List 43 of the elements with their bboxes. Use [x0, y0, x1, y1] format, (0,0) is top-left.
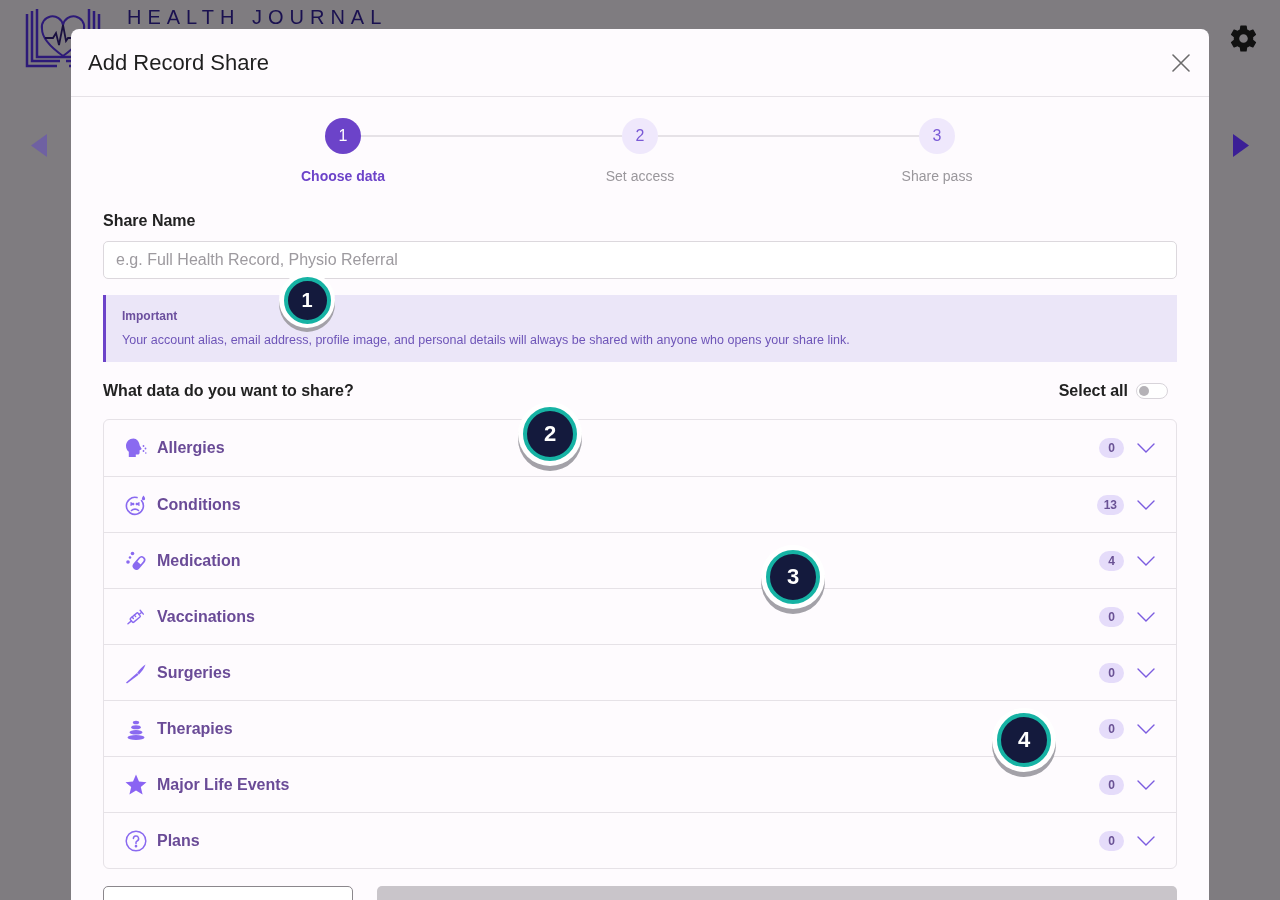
count-badge: 0	[1099, 606, 1124, 627]
count-badge: 4	[1099, 550, 1124, 571]
count-badge: 0	[1099, 438, 1124, 458]
chevron-down-icon[interactable]	[1137, 499, 1155, 510]
chevron-down-icon[interactable]	[1137, 667, 1155, 678]
dialog-title: Add Record Share	[88, 48, 269, 77]
count-badge: 0	[1099, 718, 1124, 739]
category-label[interactable]: Surgeries	[157, 662, 231, 683]
count-badge: 0	[1099, 830, 1124, 851]
select-all-label: Select all	[1058, 381, 1128, 401]
step-indicator[interactable]: 2	[622, 118, 658, 154]
chevron-down-icon[interactable]	[1137, 555, 1155, 566]
chevron-down-icon[interactable]	[1137, 443, 1155, 453]
select-all-toggle[interactable]	[1136, 383, 1168, 399]
brand-name: HEALTH JOURNAL	[127, 5, 388, 29]
question-circle-icon	[124, 828, 148, 853]
step-indicator[interactable]: 3	[919, 118, 955, 154]
caret-right-icon[interactable]	[1233, 134, 1249, 157]
category-label[interactable]: Vaccinations	[157, 606, 255, 627]
chevron-down-icon[interactable]	[1137, 779, 1155, 790]
notice-title: Important	[122, 308, 179, 324]
category-label[interactable]: Major Life Events	[157, 774, 290, 795]
notice-text: Your account alias, email address, profile image, and personal details will always be shared with anyone who opens your share link.	[122, 332, 851, 348]
step-label: Set access	[605, 167, 675, 186]
chevron-down-icon[interactable]	[1137, 835, 1155, 846]
category-label[interactable]: Medication	[157, 550, 241, 571]
settings-icon[interactable]	[1230, 25, 1257, 52]
section-heading: What data do you want to share?	[103, 381, 354, 401]
step-label: Choose data	[301, 167, 385, 186]
count-badge: 0	[1099, 774, 1124, 795]
chevron-down-icon[interactable]	[1137, 611, 1155, 622]
field-label: Share Name	[103, 211, 197, 231]
sneezing-head-icon	[124, 436, 148, 460]
category-label[interactable]: Therapies	[157, 718, 233, 739]
count-badge: 13	[1096, 494, 1124, 515]
step-indicator[interactable]: 1	[325, 118, 361, 154]
chevron-down-icon[interactable]	[1137, 723, 1155, 734]
category-label[interactable]: Plans	[157, 830, 200, 851]
category-label[interactable]: Allergies	[157, 438, 225, 458]
share-name-field[interactable]: e.g. Full Health Record, Physio Referral	[103, 241, 1177, 279]
step-label: Share pass	[901, 167, 973, 186]
category-label[interactable]: Conditions	[157, 494, 241, 515]
count-badge: 0	[1099, 662, 1124, 683]
